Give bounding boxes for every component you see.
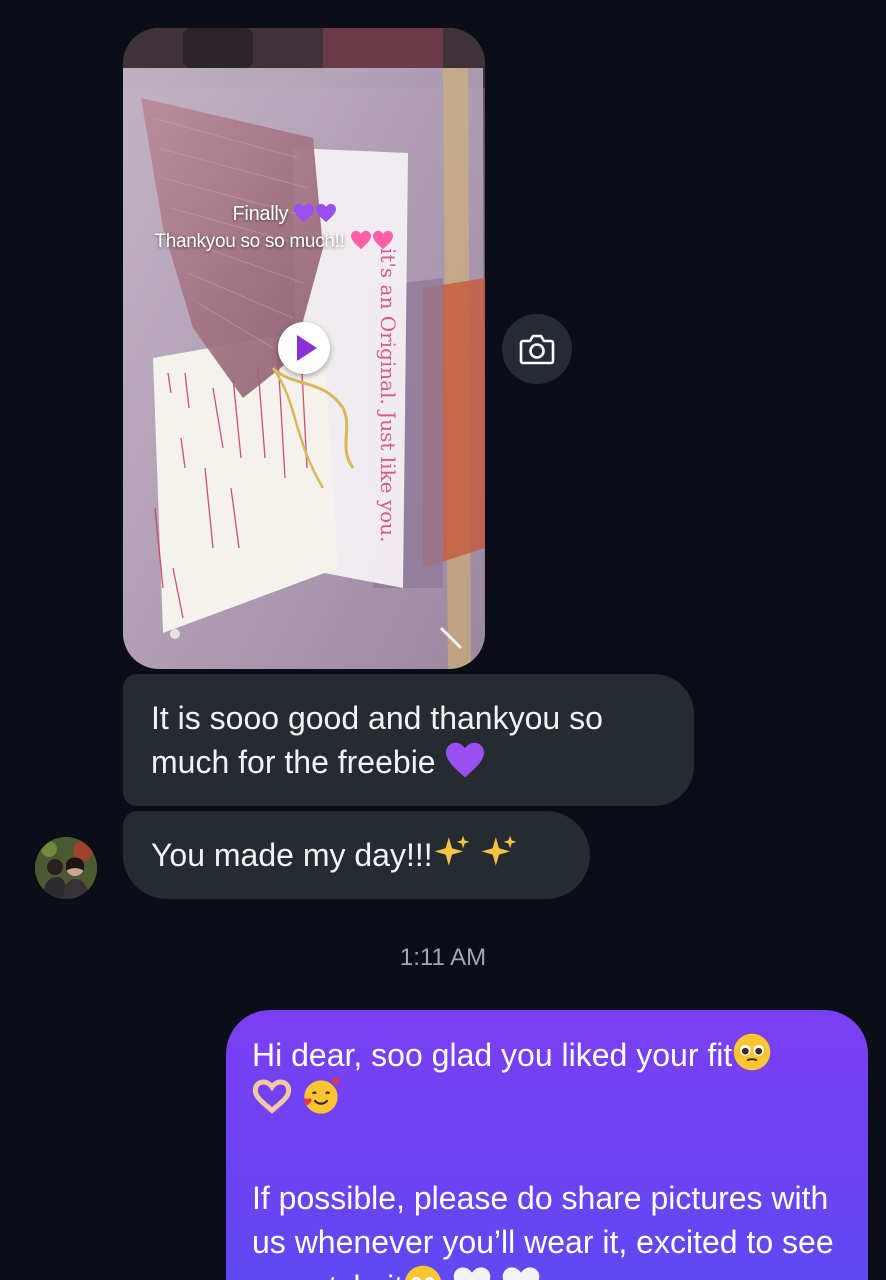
sparkles-icon [434, 835, 470, 866]
pink-hearts-icon [350, 230, 371, 250]
white-heart-icon [453, 1267, 491, 1280]
camera-button[interactable] [502, 314, 572, 384]
play-icon [297, 335, 317, 361]
avatar[interactable] [35, 837, 97, 899]
caption-line-2: Thankyou so so much!! [154, 231, 345, 252]
smiling-face-hearts-icon [303, 1078, 340, 1114]
purple-heart-icon [446, 742, 485, 778]
white-heart-icon [502, 1267, 540, 1280]
message-timestamp: 1:11 AM [399, 944, 487, 971]
story-caption: Finally Thankyou so so much!! [123, 200, 485, 256]
sparkles-icon [481, 835, 516, 866]
message-text: If possible, please do share pictures wi… [252, 1180, 834, 1280]
chat-screen: it's an Original. Just like you. Finally… [0, 0, 886, 1280]
caption-line-1: Finally [232, 203, 289, 225]
received-message[interactable]: You made my day!!! [123, 811, 590, 899]
message-text: It is sooo good and thankyou so much for… [151, 700, 603, 780]
sent-message[interactable]: Hi dear, soo glad you liked your fit If … [226, 1010, 868, 1280]
pleading-face-icon [405, 1265, 442, 1280]
heart-hands-icon [252, 1079, 292, 1114]
purple-heart-icon [316, 203, 337, 223]
story-video-message[interactable]: it's an Original. Just like you. Finally… [123, 28, 485, 669]
play-button[interactable] [278, 322, 330, 374]
pink-hearts-icon [372, 230, 393, 250]
camera-icon [519, 334, 555, 365]
message-text: You made my day!!! [151, 837, 433, 873]
message-text: Hi dear, soo glad you liked your fit [252, 1037, 733, 1073]
svg-text:it's an Original. Just like yo: it's an Original. Just like you. [376, 248, 400, 542]
purple-heart-icon [294, 203, 315, 223]
pleading-face-icon [733, 1033, 771, 1071]
received-message[interactable]: It is sooo good and thankyou so much for… [123, 674, 694, 806]
avatar-photo [35, 837, 97, 899]
